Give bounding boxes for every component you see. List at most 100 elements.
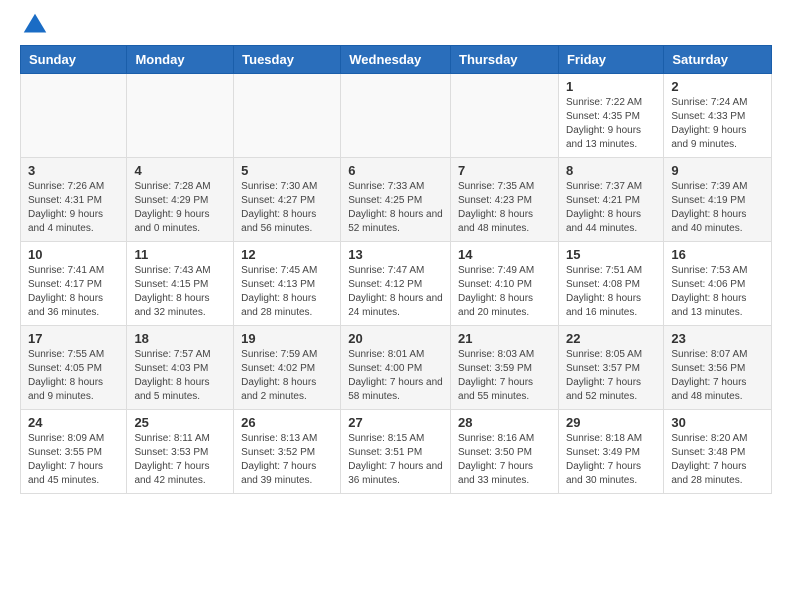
day-number: 2 — [671, 79, 764, 94]
week-row-5: 24 Sunrise: 8:09 AM Sunset: 3:55 PM Dayli… — [21, 410, 772, 494]
day-number: 13 — [348, 247, 443, 262]
day-number: 22 — [566, 331, 656, 346]
calendar-cell: 7 Sunrise: 7:35 AM Sunset: 4:23 PM Daylig… — [451, 158, 559, 242]
day-info: Sunrise: 7:30 AM Sunset: 4:27 PM Dayligh… — [241, 180, 333, 236]
day-header-sunday: Sunday — [21, 46, 127, 74]
calendar: SundayMondayTuesdayWednesdayThursdayFrid… — [20, 45, 772, 494]
day-number: 28 — [458, 415, 551, 430]
calendar-cell: 29 Sunrise: 8:18 AM Sunset: 3:49 PM Dayli… — [558, 410, 663, 494]
calendar-cell — [451, 74, 559, 158]
calendar-cell: 26 Sunrise: 8:13 AM Sunset: 3:52 PM Dayli… — [234, 410, 341, 494]
calendar-cell: 30Sunrise: 8:20 AM Sunset: 3:48 PM Dayli… — [664, 410, 772, 494]
day-number: 1 — [566, 79, 656, 94]
day-info: Sunrise: 8:16 AM Sunset: 3:50 PM Dayligh… — [458, 432, 551, 488]
day-info: Sunrise: 8:01 AM Sunset: 4:00 PM Dayligh… — [348, 348, 443, 404]
day-header-tuesday: Tuesday — [234, 46, 341, 74]
day-number: 25 — [134, 415, 226, 430]
calendar-cell: 18Sunrise: 7:57 AM Sunset: 4:03 PM Dayli… — [127, 326, 234, 410]
day-info: Sunrise: 7:26 AM Sunset: 4:31 PM Dayligh… — [28, 180, 119, 236]
day-info: Sunrise: 8:09 AM Sunset: 3:55 PM Dayligh… — [28, 432, 119, 488]
calendar-cell: 8 Sunrise: 7:37 AM Sunset: 4:21 PM Daylig… — [558, 158, 663, 242]
week-row-4: 17 Sunrise: 7:55 AM Sunset: 4:05 PM Dayli… — [21, 326, 772, 410]
day-info: Sunrise: 7:22 AM Sunset: 4:35 PM Dayligh… — [566, 96, 656, 152]
day-header-thursday: Thursday — [451, 46, 559, 74]
day-info: Sunrise: 7:45 AM Sunset: 4:13 PM Dayligh… — [241, 264, 333, 320]
calendar-cell: 6 Sunrise: 7:33 AM Sunset: 4:25 PM Daylig… — [341, 158, 451, 242]
calendar-cell: 12 Sunrise: 7:45 AM Sunset: 4:13 PM Dayli… — [234, 242, 341, 326]
day-number: 6 — [348, 163, 443, 178]
day-info: Sunrise: 8:03 AM Sunset: 3:59 PM Dayligh… — [458, 348, 551, 404]
logo-icon — [20, 10, 50, 40]
day-info: Sunrise: 8:18 AM Sunset: 3:49 PM Dayligh… — [566, 432, 656, 488]
calendar-cell: 16 Sunrise: 7:53 AM Sunset: 4:06 PM Dayli… — [664, 242, 772, 326]
week-row-1: 1 Sunrise: 7:22 AM Sunset: 4:35 PM Daylig… — [21, 74, 772, 158]
day-number: 24 — [28, 415, 119, 430]
calendar-cell: 11Sunrise: 7:43 AM Sunset: 4:15 PM Dayli… — [127, 242, 234, 326]
calendar-cell: 9 Sunrise: 7:39 AM Sunset: 4:19 PM Daylig… — [664, 158, 772, 242]
day-info: Sunrise: 7:49 AM Sunset: 4:10 PM Dayligh… — [458, 264, 551, 320]
calendar-cell: 24 Sunrise: 8:09 AM Sunset: 3:55 PM Dayli… — [21, 410, 127, 494]
day-number: 29 — [566, 415, 656, 430]
day-info: Sunrise: 7:43 AM Sunset: 4:15 PM Dayligh… — [134, 264, 226, 320]
day-header-monday: Monday — [127, 46, 234, 74]
calendar-cell — [341, 74, 451, 158]
day-info: Sunrise: 7:37 AM Sunset: 4:21 PM Dayligh… — [566, 180, 656, 236]
day-number: 4 — [134, 163, 226, 178]
calendar-cell: 23 Sunrise: 8:07 AM Sunset: 3:56 PM Dayli… — [664, 326, 772, 410]
day-info: Sunrise: 8:13 AM Sunset: 3:52 PM Dayligh… — [241, 432, 333, 488]
calendar-cell: 28 Sunrise: 8:16 AM Sunset: 3:50 PM Dayli… — [451, 410, 559, 494]
day-info: Sunrise: 8:11 AM Sunset: 3:53 PM Dayligh… — [134, 432, 226, 488]
calendar-cell: 4 Sunrise: 7:28 AM Sunset: 4:29 PM Daylig… — [127, 158, 234, 242]
day-header-friday: Friday — [558, 46, 663, 74]
day-number: 21 — [458, 331, 551, 346]
calendar-cell: 3Sunrise: 7:26 AM Sunset: 4:31 PM Daylig… — [21, 158, 127, 242]
day-number: 10 — [28, 247, 119, 262]
day-info: Sunrise: 8:15 AM Sunset: 3:51 PM Dayligh… — [348, 432, 443, 488]
calendar-cell: 2 Sunrise: 7:24 AM Sunset: 4:33 PM Daylig… — [664, 74, 772, 158]
day-info: Sunrise: 7:53 AM Sunset: 4:06 PM Dayligh… — [671, 264, 764, 320]
page-header — [0, 0, 792, 45]
day-number: 19 — [241, 331, 333, 346]
calendar-cell: 15Sunrise: 7:51 AM Sunset: 4:08 PM Dayli… — [558, 242, 663, 326]
calendar-cell: 21 Sunrise: 8:03 AM Sunset: 3:59 PM Dayli… — [451, 326, 559, 410]
calendar-cell: 22Sunrise: 8:05 AM Sunset: 3:57 PM Dayli… — [558, 326, 663, 410]
calendar-cell: 20 Sunrise: 8:01 AM Sunset: 4:00 PM Dayli… — [341, 326, 451, 410]
day-info: Sunrise: 7:55 AM Sunset: 4:05 PM Dayligh… — [28, 348, 119, 404]
day-info: Sunrise: 7:39 AM Sunset: 4:19 PM Dayligh… — [671, 180, 764, 236]
day-info: Sunrise: 7:41 AM Sunset: 4:17 PM Dayligh… — [28, 264, 119, 320]
day-header-wednesday: Wednesday — [341, 46, 451, 74]
day-number: 15 — [566, 247, 656, 262]
day-info: Sunrise: 7:35 AM Sunset: 4:23 PM Dayligh… — [458, 180, 551, 236]
day-number: 20 — [348, 331, 443, 346]
day-number: 26 — [241, 415, 333, 430]
day-info: Sunrise: 7:47 AM Sunset: 4:12 PM Dayligh… — [348, 264, 443, 320]
calendar-cell: 17 Sunrise: 7:55 AM Sunset: 4:05 PM Dayli… — [21, 326, 127, 410]
day-number: 16 — [671, 247, 764, 262]
day-info: Sunrise: 7:57 AM Sunset: 4:03 PM Dayligh… — [134, 348, 226, 404]
calendar-cell — [234, 74, 341, 158]
day-number: 14 — [458, 247, 551, 262]
calendar-cell: 13 Sunrise: 7:47 AM Sunset: 4:12 PM Dayli… — [341, 242, 451, 326]
day-header-saturday: Saturday — [664, 46, 772, 74]
day-number: 7 — [458, 163, 551, 178]
day-info: Sunrise: 7:28 AM Sunset: 4:29 PM Dayligh… — [134, 180, 226, 236]
calendar-cell: 25 Sunrise: 8:11 AM Sunset: 3:53 PM Dayli… — [127, 410, 234, 494]
calendar-cell: 5Sunrise: 7:30 AM Sunset: 4:27 PM Daylig… — [234, 158, 341, 242]
calendar-cell: 27 Sunrise: 8:15 AM Sunset: 3:51 PM Dayli… — [341, 410, 451, 494]
day-info: Sunrise: 7:24 AM Sunset: 4:33 PM Dayligh… — [671, 96, 764, 152]
calendar-cell — [127, 74, 234, 158]
calendar-cell: 10 Sunrise: 7:41 AM Sunset: 4:17 PM Dayli… — [21, 242, 127, 326]
calendar-cell — [21, 74, 127, 158]
day-number: 8 — [566, 163, 656, 178]
logo — [20, 10, 54, 40]
calendar-cell: 19Sunrise: 7:59 AM Sunset: 4:02 PM Dayli… — [234, 326, 341, 410]
day-number: 12 — [241, 247, 333, 262]
day-info: Sunrise: 8:07 AM Sunset: 3:56 PM Dayligh… — [671, 348, 764, 404]
day-number: 27 — [348, 415, 443, 430]
calendar-header-row: SundayMondayTuesdayWednesdayThursdayFrid… — [21, 46, 772, 74]
day-number: 23 — [671, 331, 764, 346]
day-number: 9 — [671, 163, 764, 178]
day-info: Sunrise: 7:33 AM Sunset: 4:25 PM Dayligh… — [348, 180, 443, 236]
day-info: Sunrise: 8:20 AM Sunset: 3:48 PM Dayligh… — [671, 432, 764, 488]
day-number: 17 — [28, 331, 119, 346]
